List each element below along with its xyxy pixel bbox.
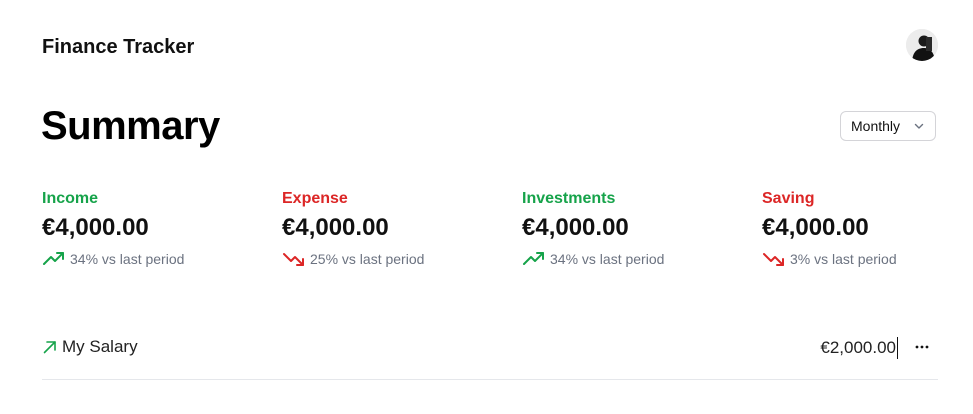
stat-label: Income xyxy=(42,190,99,207)
user-avatar-icon xyxy=(906,29,938,61)
stat-change: 25% vs last period xyxy=(282,250,502,268)
stat-income: Income €4,000.00 34% vs last period xyxy=(42,189,262,268)
period-select-value: Monthly xyxy=(851,118,901,134)
stat-change-text: 34% vs last period xyxy=(70,251,185,267)
trending-up-icon xyxy=(523,252,544,265)
app-title: Finance Tracker xyxy=(42,36,195,58)
stat-value: €4,000.00 xyxy=(762,214,869,241)
stat-expense: Expense €4,000.00 25% vs last period xyxy=(282,189,502,268)
transaction-name: My Salary xyxy=(62,337,138,356)
stat-change: 34% vs last period xyxy=(42,250,262,268)
stat-label: Saving xyxy=(762,190,815,207)
stat-saving: Saving €4,000.00 3% vs last period xyxy=(762,189,962,268)
page-title: Summary xyxy=(41,104,220,148)
stat-change-text: 34% vs last period xyxy=(550,251,665,267)
trending-up-icon xyxy=(43,252,64,265)
stat-value: €4,000.00 xyxy=(282,214,389,241)
stat-label: Expense xyxy=(282,190,348,207)
transaction-amount[interactable]: €2,000.00 xyxy=(820,337,898,359)
trending-down-icon xyxy=(763,253,784,266)
stat-change: 3% vs last period xyxy=(762,250,962,268)
stat-investments: Investments €4,000.00 34% vs last period xyxy=(522,189,742,268)
arrow-up-right-icon xyxy=(43,341,56,354)
stat-change-text: 3% vs last period xyxy=(790,251,897,267)
more-horizontal-icon[interactable] xyxy=(914,339,930,355)
trending-down-icon xyxy=(283,253,304,266)
transaction-row[interactable]: My Salary €2,000.00 xyxy=(42,330,938,380)
period-select[interactable]: Monthly xyxy=(840,111,936,141)
avatar[interactable] xyxy=(906,29,938,61)
stat-change-text: 25% vs last period xyxy=(310,251,425,267)
stat-change: 34% vs last period xyxy=(522,250,742,268)
stat-value: €4,000.00 xyxy=(42,214,149,241)
chevron-down-icon xyxy=(914,123,924,129)
stat-label: Investments xyxy=(522,190,616,207)
stat-value: €4,000.00 xyxy=(522,214,629,241)
